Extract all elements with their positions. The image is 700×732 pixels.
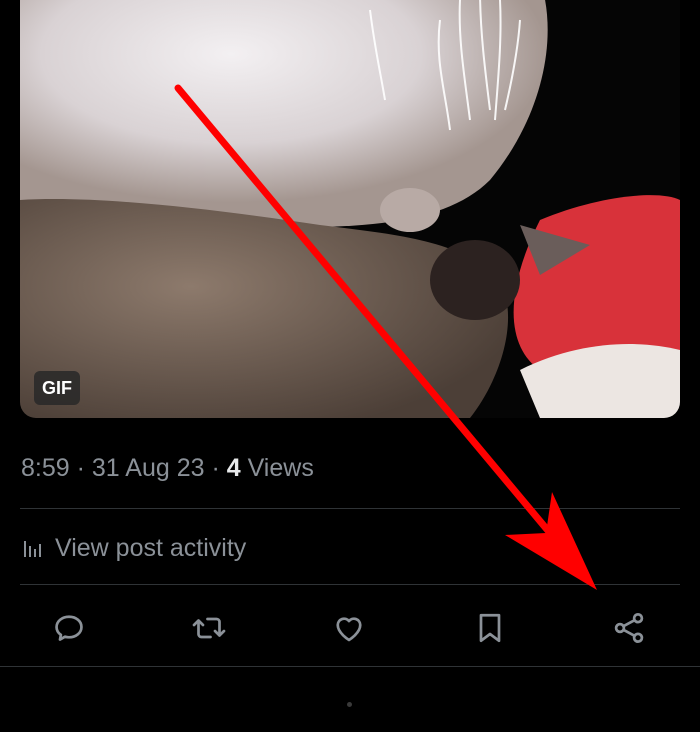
cat-gif-image xyxy=(20,0,680,418)
gif-media[interactable] xyxy=(20,0,680,418)
navigation-dot xyxy=(347,702,352,707)
heart-icon xyxy=(336,617,362,642)
share-icon xyxy=(614,613,644,643)
meta-separator: · xyxy=(204,454,227,482)
repost-icon xyxy=(192,617,226,639)
gif-badge: GIF xyxy=(34,371,80,405)
divider xyxy=(0,666,700,667)
view-post-activity-label: View post activity xyxy=(55,533,247,562)
share-button[interactable] xyxy=(609,608,649,648)
comment-icon xyxy=(55,615,83,641)
views-label: Views xyxy=(240,454,314,482)
post-date[interactable]: 31 Aug 23 xyxy=(92,454,205,482)
post-metadata: 8:59 · 31 Aug 23 · 4 Views xyxy=(21,454,314,488)
divider xyxy=(20,584,680,585)
views-count: 4 xyxy=(226,454,241,482)
bookmark-button[interactable] xyxy=(470,608,510,648)
meta-separator: · xyxy=(69,454,92,482)
reply-button[interactable] xyxy=(49,608,89,648)
repost-button[interactable] xyxy=(189,608,229,648)
post-action-bar xyxy=(0,600,700,654)
bookmark-icon xyxy=(479,613,501,643)
divider xyxy=(20,508,680,509)
bar-chart-icon xyxy=(24,541,41,557)
like-button[interactable] xyxy=(329,608,369,648)
view-post-activity-link[interactable]: View post activity xyxy=(21,528,246,568)
post-time[interactable]: 8:59 xyxy=(21,454,70,482)
